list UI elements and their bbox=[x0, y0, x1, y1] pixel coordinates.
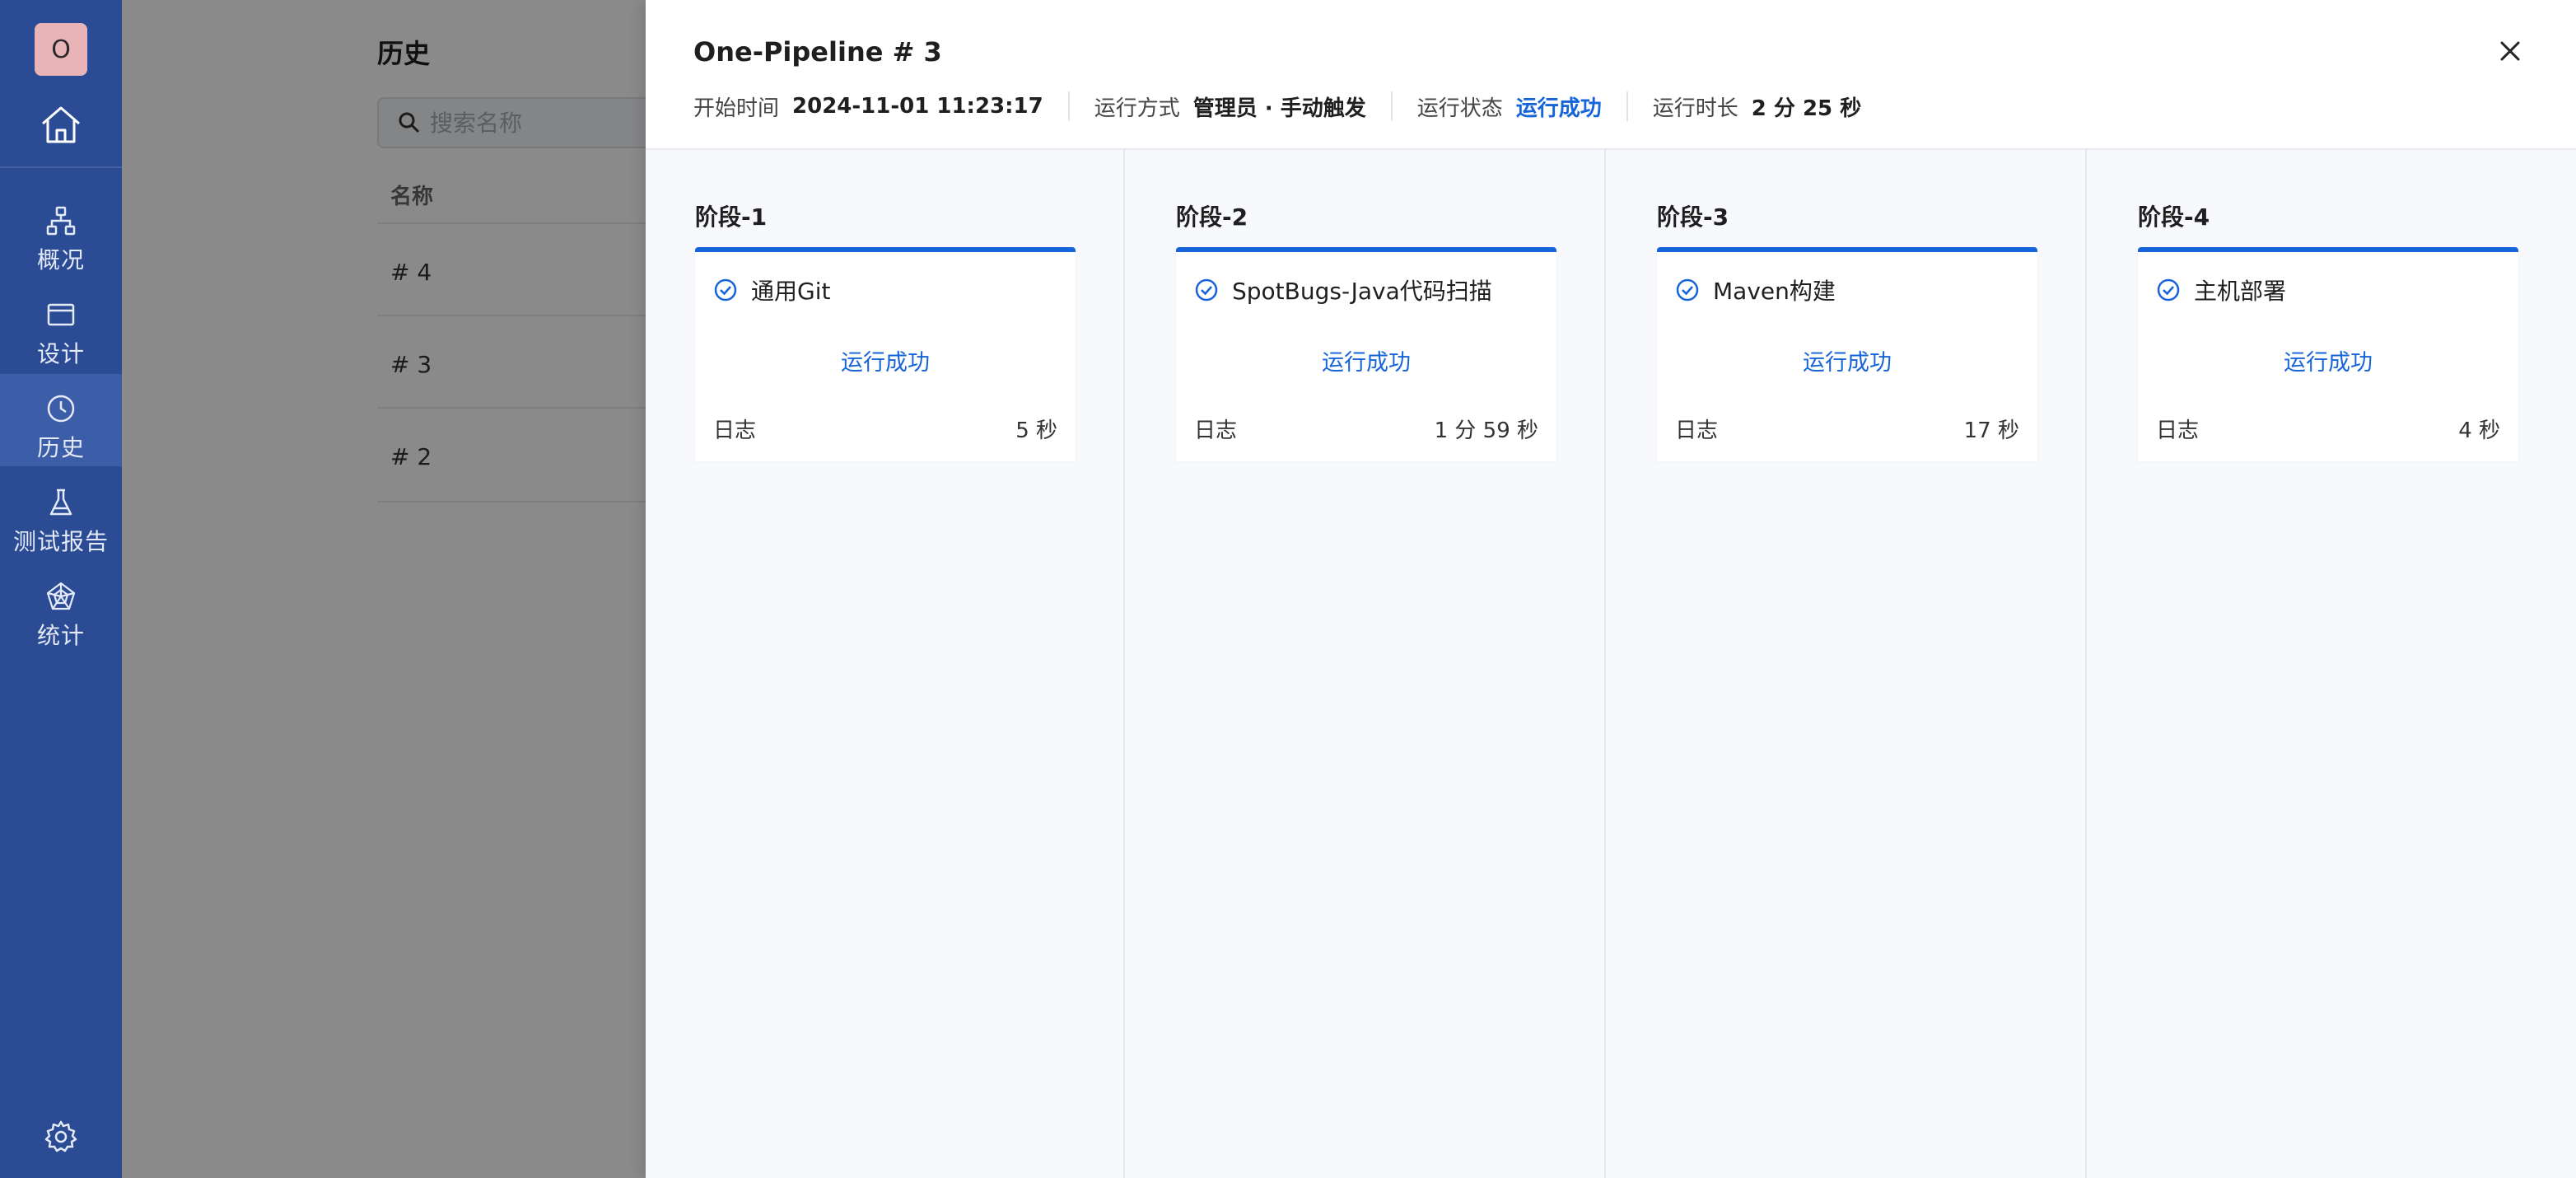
task-status-link[interactable]: 运行成功 bbox=[2138, 344, 2518, 376]
log-link[interactable]: 日志 bbox=[2156, 414, 2199, 444]
run-meta: 开始时间 2024-11-01 11:23:17 运行方式 管理员 · 手动触发… bbox=[693, 91, 1862, 121]
run-duration-value: 2 分 25 秒 bbox=[1751, 96, 1862, 121]
sidebar-item-label: 统计 bbox=[36, 622, 85, 649]
run-detail-drawer: One-Pipeline # 3 开始时间 2024-11-01 11:23:1… bbox=[646, 0, 2576, 1178]
task-status-link[interactable]: 运行成功 bbox=[1176, 344, 1556, 376]
clock-icon bbox=[47, 395, 75, 423]
run-status-label: 运行状态 bbox=[1416, 96, 1503, 121]
home-icon[interactable] bbox=[38, 102, 84, 148]
run-mode-value: 管理员 · 手动触发 bbox=[1192, 96, 1366, 121]
run-duration-label: 运行时长 bbox=[1652, 96, 1738, 121]
run-status-value: 运行成功 bbox=[1515, 96, 1602, 121]
task-duration: 4 秒 bbox=[2458, 418, 2500, 443]
log-link[interactable]: 日志 bbox=[1675, 414, 1718, 444]
sidebar-item-test-report[interactable]: 测试报告 bbox=[0, 468, 122, 560]
stages-board: 阶段-1 通用Git 运行成功 日志 5 秒 阶段-2 SpotBugs-Jav… bbox=[646, 150, 2576, 1178]
meta-divider bbox=[1390, 91, 1393, 121]
log-link[interactable]: 日志 bbox=[713, 414, 756, 444]
stage-title: 阶段-2 bbox=[1176, 203, 1248, 231]
task-header: SpotBugs-Java代码扫描 bbox=[1194, 273, 1492, 306]
stage-title: 阶段-3 bbox=[1657, 203, 1729, 231]
sidebar-divider bbox=[0, 166, 122, 168]
meta-divider bbox=[1067, 91, 1070, 121]
stage-title: 阶段-1 bbox=[695, 203, 768, 231]
stage-column: 阶段-3 Maven构建 运行成功 日志 17 秒 bbox=[1608, 150, 2087, 1178]
task-name: SpotBugs-Java代码扫描 bbox=[1232, 278, 1492, 305]
stage-column: 阶段-1 通用Git 运行成功 日志 5 秒 bbox=[646, 150, 1125, 1178]
drawer-title: One-Pipeline # 3 bbox=[693, 36, 942, 68]
task-header: Maven构建 bbox=[1675, 273, 1836, 306]
task-duration: 1 分 59 秒 bbox=[1434, 418, 1538, 443]
card-icon bbox=[47, 303, 75, 326]
stage-title: 阶段-4 bbox=[2138, 203, 2210, 231]
sidebar-item-label: 测试报告 bbox=[12, 528, 109, 555]
sidebar-item-design[interactable]: 设计 bbox=[0, 280, 122, 372]
check-circle-icon bbox=[2157, 278, 2180, 302]
settings-gear-icon[interactable] bbox=[43, 1119, 79, 1155]
sidebar-item-label: 历史 bbox=[36, 434, 85, 461]
task-footer: 日志 1 分 59 秒 bbox=[1194, 414, 1538, 444]
check-circle-icon bbox=[714, 278, 737, 302]
task-name: 通用Git bbox=[751, 278, 831, 305]
task-card[interactable]: Maven构建 运行成功 日志 17 秒 bbox=[1657, 247, 2037, 461]
avatar[interactable]: O bbox=[35, 23, 87, 76]
task-header: 主机部署 bbox=[2156, 273, 2286, 306]
task-duration: 5 秒 bbox=[1015, 418, 1057, 443]
check-circle-icon bbox=[1195, 278, 1218, 302]
task-footer: 日志 17 秒 bbox=[1675, 414, 2019, 444]
start-time-label: 开始时间 bbox=[693, 96, 780, 121]
task-card[interactable]: SpotBugs-Java代码扫描 运行成功 日志 1 分 59 秒 bbox=[1176, 247, 1556, 461]
task-footer: 日志 5 秒 bbox=[713, 414, 1057, 444]
meta-divider bbox=[1626, 91, 1628, 121]
task-card[interactable]: 通用Git 运行成功 日志 5 秒 bbox=[695, 247, 1076, 461]
flask-icon bbox=[49, 488, 72, 516]
start-time-value: 2024-11-01 11:23:17 bbox=[792, 94, 1043, 119]
task-name: 主机部署 bbox=[2194, 278, 2287, 305]
run-mode-label: 运行方式 bbox=[1094, 96, 1180, 121]
stage-column: 阶段-2 SpotBugs-Java代码扫描 运行成功 日志 1 分 59 秒 bbox=[1127, 150, 1606, 1178]
sidebar-item-overview[interactable]: 概况 bbox=[0, 186, 122, 278]
task-status-link[interactable]: 运行成功 bbox=[1657, 344, 2037, 376]
close-icon[interactable] bbox=[2495, 36, 2525, 66]
task-name: Maven构建 bbox=[1713, 278, 1836, 305]
radar-chart-icon bbox=[46, 582, 76, 610]
task-duration: 17 秒 bbox=[1963, 418, 2019, 443]
sidebar-item-statistics[interactable]: 统计 bbox=[0, 562, 122, 654]
task-status-link[interactable]: 运行成功 bbox=[695, 344, 1076, 376]
log-link[interactable]: 日志 bbox=[1194, 414, 1237, 444]
task-card[interactable]: 主机部署 运行成功 日志 4 秒 bbox=[2138, 247, 2518, 461]
sidebar-item-label: 设计 bbox=[36, 340, 85, 367]
check-circle-icon bbox=[1676, 278, 1699, 302]
hierarchy-icon bbox=[46, 206, 76, 236]
stage-column: 阶段-4 主机部署 运行成功 日志 4 秒 bbox=[2088, 150, 2568, 1178]
sidebar-item-history[interactable]: 历史 bbox=[0, 374, 122, 466]
sidebar: O 概况 设计 历史 测试报告 统计 bbox=[0, 0, 122, 1178]
sidebar-item-label: 概况 bbox=[36, 246, 85, 273]
task-header: 通用Git bbox=[713, 273, 830, 306]
modal-overlay[interactable] bbox=[122, 0, 646, 1178]
task-footer: 日志 4 秒 bbox=[2156, 414, 2500, 444]
